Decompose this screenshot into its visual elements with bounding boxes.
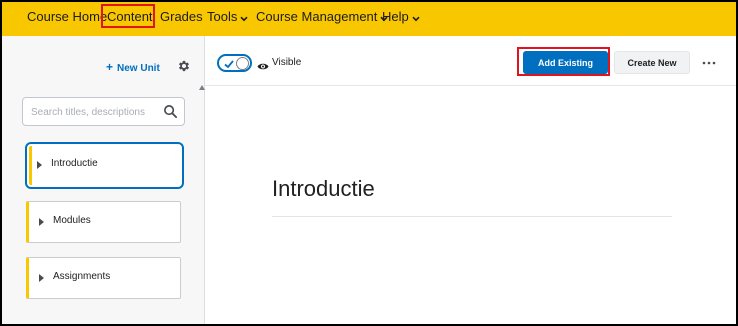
nav-grades-label: Grades [160, 9, 203, 24]
new-unit-label: New Unit [117, 63, 160, 74]
create-new-button[interactable]: Create New [614, 51, 690, 74]
chevron-right-icon[interactable] [39, 218, 44, 226]
add-existing-highlight-box [517, 47, 610, 76]
chevron-down-icon [412, 3, 420, 33]
unit-item-modules[interactable]: Modules [26, 201, 181, 243]
toggle-knob [236, 57, 249, 70]
unit-item-label: Modules [53, 215, 91, 226]
checkmark-icon [223, 57, 235, 69]
nav-course-home-label: Course Home [27, 9, 108, 24]
units-sidebar: +New Unit Introductie Modules Assignment… [2, 36, 205, 324]
search-icon[interactable] [163, 104, 178, 119]
content-toolbar: Visible Add Existing Create New [205, 36, 736, 86]
nav-tools-label: Tools [207, 9, 238, 24]
new-unit-button[interactable]: + New Unit [106, 60, 160, 74]
more-options-icon[interactable] [702, 56, 716, 68]
unit-item-label: Introductie [51, 158, 98, 169]
chevron-right-icon[interactable] [37, 161, 42, 169]
nav-course-management-label: Course Management [256, 9, 378, 24]
nav-course-home[interactable]: Course Home [27, 2, 107, 32]
gear-icon[interactable] [177, 59, 191, 73]
plus-icon: + [106, 60, 114, 74]
unit-item-introductie[interactable]: Introductie [25, 142, 184, 189]
eye-icon [257, 58, 269, 70]
chevron-right-icon[interactable] [39, 274, 44, 282]
content-highlight-box [101, 4, 155, 28]
visibility-toggle[interactable] [217, 54, 252, 72]
unit-item-label: Assignments [53, 271, 111, 282]
nav-grades[interactable]: Grades [160, 2, 203, 32]
unit-search [22, 97, 185, 126]
nav-course-management[interactable]: Course Management [256, 2, 388, 32]
chevron-down-icon [240, 3, 248, 33]
visibility-label: Visible [272, 57, 302, 68]
nav-tools[interactable]: Tools [207, 2, 248, 32]
unit-item-assignments[interactable]: Assignments [26, 257, 181, 299]
nav-help[interactable]: Help [382, 2, 420, 32]
title-divider [272, 216, 672, 217]
nav-help-label: Help [382, 9, 409, 24]
search-input[interactable] [31, 104, 159, 120]
page-title: Introductie [272, 176, 375, 201]
